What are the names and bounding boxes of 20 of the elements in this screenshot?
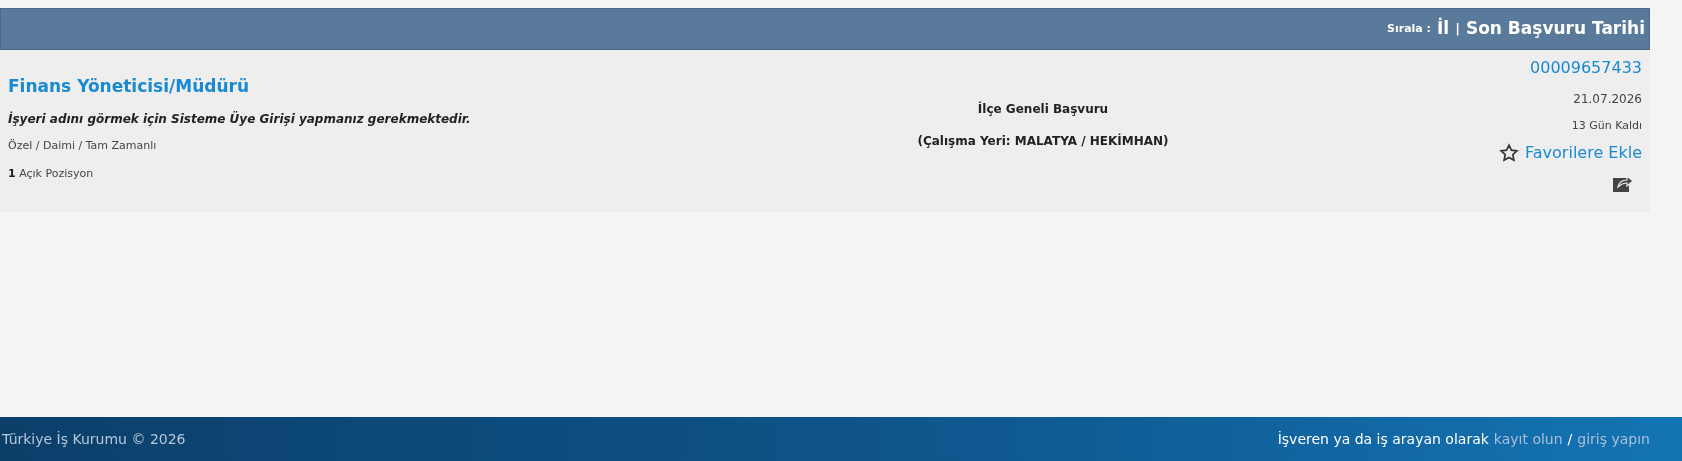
listing-number[interactable]: 00009657433 [1530,56,1642,80]
sort-link[interactable]: İl [1437,16,1450,42]
separator: / [1567,429,1573,449]
application-scope: İlçe Geneli Başvuru [977,100,1109,118]
employment-type: Özel / Daimi / Tam Zamanlı [8,137,158,154]
login-notice: İşyeri adını görmek için Sisteme Üye Girişi yapmanız gerekmektedir. [8,110,472,128]
open-positions: 1 Açık Pozisyon [8,166,95,182]
copyright: Türkiye İş Kurumu © 2026 [2,429,186,449]
add-favorite-link[interactable]: Favorilere Ekle [1499,140,1642,165]
separator: | [1455,20,1460,39]
sort-link[interactable]: Son Başvuru Tarihi [1465,16,1645,42]
deadline-date: 21.07.2026 [1573,91,1642,108]
star-icon [1499,142,1520,163]
job-title[interactable]: Finans Yöneticisi/Müdürü [8,74,828,100]
work-location: (Çalışma Yeri: MALATYA / HEKİMHAN) [917,132,1169,150]
sort-label: Sırala : [1387,20,1431,37]
days-remaining: 13 Gün Kaldı [1571,118,1642,134]
footer-prompt: İşveren ya da iş arayan olarak [1277,429,1489,449]
register-link[interactable]: kayıt olun [1493,428,1563,450]
login-link[interactable]: giriş yapın [1577,428,1650,450]
